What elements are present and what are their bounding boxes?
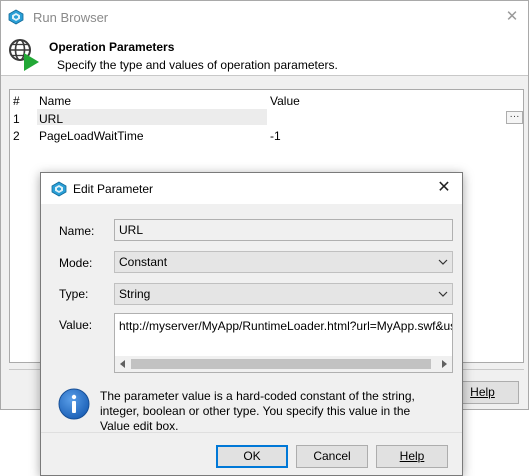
edit-parameter-titlebar: Edit Parameter ✕ bbox=[41, 173, 462, 204]
info-icon bbox=[58, 388, 90, 420]
app-cube-icon bbox=[8, 9, 24, 25]
mode-info-text: The parameter value is a hard-coded cons… bbox=[100, 389, 415, 433]
chevron-down-icon bbox=[438, 291, 448, 297]
mode-select-value: Constant bbox=[119, 255, 168, 269]
help-button-label: Help bbox=[399, 449, 425, 463]
app-cube-icon bbox=[51, 181, 67, 197]
table-row-highlight bbox=[37, 109, 267, 125]
edit-value-ellipsis-button[interactable]: ··· bbox=[506, 111, 523, 124]
run-browser-header: Operation Parameters Specify the type an… bbox=[1, 35, 528, 75]
edit-parameter-close-button[interactable]: ✕ bbox=[433, 177, 455, 199]
chevron-down-icon bbox=[438, 259, 448, 265]
value-label: Value: bbox=[59, 318, 93, 332]
cancel-button[interactable]: Cancel bbox=[296, 445, 368, 468]
row-2-number: 2 bbox=[13, 129, 20, 143]
type-select[interactable]: String bbox=[114, 283, 453, 305]
edit-parameter-dialog: Edit Parameter ✕ Name: URL Mode: Constan… bbox=[40, 172, 463, 476]
mode-label: Mode: bbox=[59, 256, 93, 270]
row-1-number: 1 bbox=[13, 112, 20, 126]
name-field-value: URL bbox=[119, 223, 144, 237]
type-select-value: String bbox=[119, 287, 151, 301]
row-1-name[interactable]: URL bbox=[39, 112, 63, 126]
scroll-right-icon[interactable] bbox=[439, 359, 449, 369]
type-label: Type: bbox=[59, 287, 89, 301]
column-header-name: Name bbox=[39, 94, 72, 108]
row-2-value[interactable]: -1 bbox=[270, 129, 281, 143]
help-button-label: Help bbox=[470, 385, 495, 399]
globe-play-icon bbox=[9, 39, 39, 71]
edit-parameter-title: Edit Parameter bbox=[73, 182, 154, 196]
value-horizontal-scrollbar[interactable] bbox=[115, 356, 452, 372]
run-browser-close-button[interactable]: ✕ bbox=[501, 6, 523, 28]
column-header-value: Value bbox=[270, 94, 300, 108]
run-browser-title: Run Browser bbox=[33, 10, 109, 25]
scrollbar-thumb[interactable] bbox=[131, 359, 431, 369]
mode-select[interactable]: Constant bbox=[114, 251, 453, 273]
value-textarea[interactable]: http://myserver/MyApp/RuntimeLoader.html… bbox=[114, 313, 453, 373]
operation-parameters-heading: Operation Parameters bbox=[49, 40, 175, 54]
operation-parameters-subtitle: Specify the type and values of operation… bbox=[57, 58, 338, 72]
help-button[interactable]: Help bbox=[376, 445, 448, 468]
name-label: Name: bbox=[59, 224, 95, 238]
ok-button[interactable]: OK bbox=[216, 445, 288, 468]
name-field[interactable]: URL bbox=[114, 219, 453, 241]
value-textarea-content: http://myserver/MyApp/RuntimeLoader.html… bbox=[119, 319, 453, 333]
header-divider bbox=[1, 75, 528, 76]
scroll-left-icon[interactable] bbox=[118, 359, 128, 369]
row-2-name[interactable]: PageLoadWaitTime bbox=[39, 129, 144, 143]
column-header-number: # bbox=[13, 94, 20, 108]
run-browser-titlebar: Run Browser ✕ bbox=[1, 1, 528, 35]
